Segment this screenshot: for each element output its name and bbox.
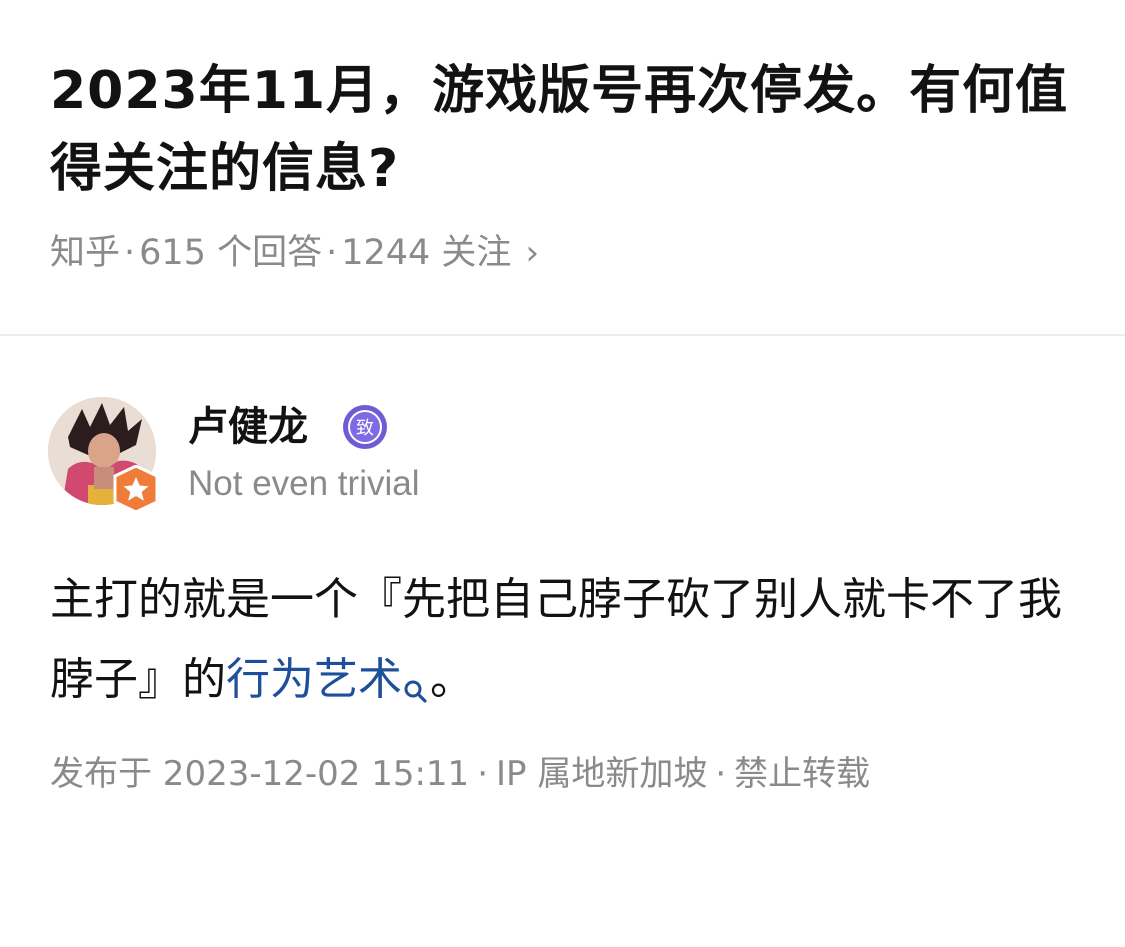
footer-separator: · [477,754,489,794]
answer-footer: 发布于 2023-12-02 15:11 · IP 属地新加坡 · 禁止转载 [50,750,870,798]
footer-separator: · [715,754,727,794]
author-signature: Not even trivial [188,464,420,503]
answer-text: 主打的就是一个『先把自己脖子砍了别人就卡不了我脖子』的 [50,574,1062,705]
search-link[interactable]: 行为艺术 [226,654,402,705]
question-header: 2023年11月，游戏版号再次停发。有何值得关注的信息? 知乎 · 615 个回答 ·… [50,52,1080,276]
question-title[interactable]: 2023年11月，游戏版号再次停发。有何值得关注的信息? [50,52,1080,208]
followers-count: 1244 关注 [341,233,512,273]
copyright-notice: 禁止转载 [734,754,871,794]
meta-separator: · [124,233,136,273]
search-icon[interactable] [402,652,430,732]
chevron-right-icon[interactable]: › [525,233,539,273]
answer-text-end: 。 [430,654,474,705]
level-badge-icon[interactable]: 致 [342,404,388,450]
author-name[interactable]: 卢健龙 [188,401,308,453]
divider [0,334,1125,336]
level-badge-text: 致 [356,418,374,439]
source-label: 知乎 [50,233,121,273]
answer-content: 主打的就是一个『先把自己脖子砍了别人就卡不了我脖子』的行为艺术。 [50,560,1080,732]
ip-location: IP 属地新加坡 [496,754,708,794]
question-meta[interactable]: 知乎 · 615 个回答 · 1244 关注 › [50,230,1080,276]
author-info: 卢健龙 致 Not even trivial [48,397,1078,514]
publish-time: 发布于 2023-12-02 15:11 [50,754,470,794]
answers-count: 615 个回答 [139,233,323,273]
star-badge-icon [110,464,162,514]
meta-separator: · [326,233,338,273]
